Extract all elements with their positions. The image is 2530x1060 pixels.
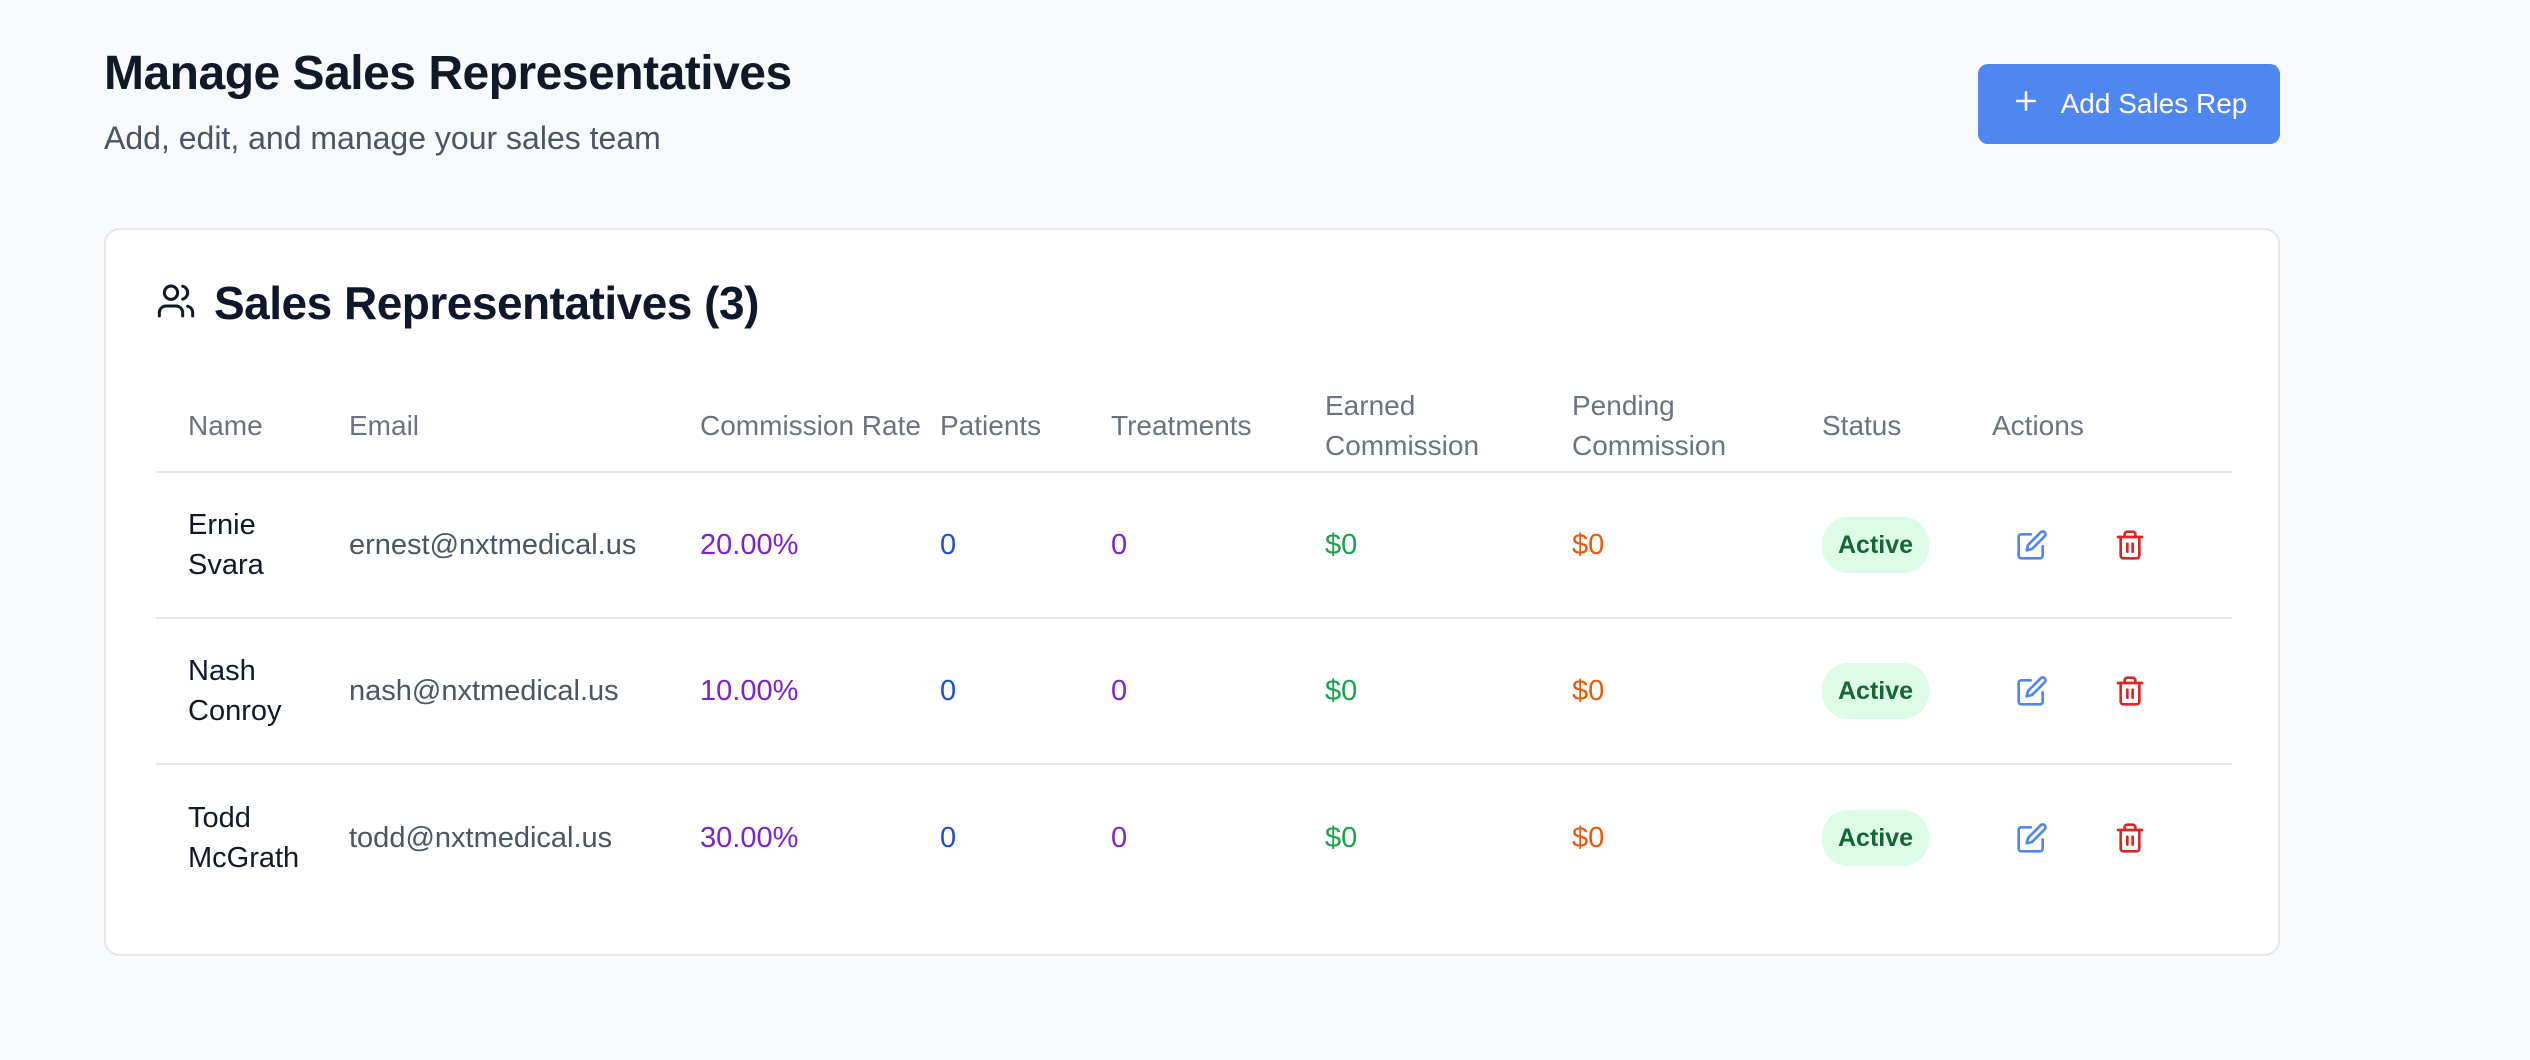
- column-header-name[interactable]: Name: [156, 380, 349, 473]
- rep-name: Ernie Svara: [156, 472, 349, 619]
- rep-pending-commission: $0: [1572, 472, 1822, 619]
- rep-commission-rate: 20.00%: [700, 472, 940, 619]
- page: Manage Sales Representatives Add, edit, …: [0, 0, 2530, 1060]
- plus-icon: [2011, 86, 2041, 123]
- edit-icon[interactable]: [2016, 822, 2048, 854]
- rep-commission-rate: 30.00%: [700, 821, 799, 854]
- rep-status-cell: Active: [1822, 472, 1992, 619]
- card-header: Sales Representatives (3): [156, 276, 759, 330]
- users-icon: [156, 281, 196, 326]
- rep-actions-cell: [1992, 618, 2232, 765]
- rep-earned-commission: $0: [1325, 472, 1572, 619]
- table-row: Nash Conroy nash@nxtmedical.us 10.00% 0 …: [156, 618, 2232, 765]
- rep-patients: 0: [940, 618, 1111, 765]
- add-sales-rep-label: Add Sales Rep: [2060, 88, 2248, 119]
- status-badge: Active: [1822, 663, 1930, 719]
- page-subtitle: Add, edit, and manage your sales team: [104, 120, 661, 156]
- rep-status-cell: Active: [1822, 618, 1992, 765]
- edit-icon[interactable]: [2016, 675, 2048, 707]
- edit-icon[interactable]: [2016, 529, 2048, 561]
- add-sales-rep-button[interactable]: Add Sales Rep: [1978, 64, 2280, 144]
- column-header-commission-rate[interactable]: Commission Rate: [700, 380, 940, 473]
- status-badge: Active: [1822, 517, 1930, 573]
- rep-status-cell: Active: [1822, 764, 1992, 910]
- column-header-email[interactable]: Email: [349, 380, 700, 473]
- rep-patients: 0: [940, 821, 957, 854]
- rep-pending-commission: $0: [1572, 618, 1822, 765]
- column-header-status[interactable]: Status: [1822, 380, 1992, 473]
- rep-treatments: 0: [1111, 472, 1325, 619]
- sales-reps-card: Sales Representatives (3) Name Email Com…: [104, 228, 2280, 956]
- rep-commission-rate: 10.00%: [700, 618, 940, 765]
- sales-reps-table: Name Email Commission Rate Patients Trea…: [156, 380, 2232, 910]
- table-header-row: Name Email Commission Rate Patients Trea…: [156, 380, 2232, 473]
- column-header-pending-commission[interactable]: Pending Commission: [1572, 380, 1822, 473]
- rep-earned-commission: $0: [1325, 821, 1358, 854]
- card-title: Sales Representatives (3): [214, 277, 759, 329]
- trash-icon[interactable]: [2114, 822, 2146, 854]
- table-row: Ernie Svara ernest@nxtmedical.us 20.00% …: [156, 472, 2232, 619]
- column-header-earned-commission[interactable]: Earned Commission: [1325, 380, 1572, 473]
- rep-name: Nash Conroy: [156, 618, 349, 765]
- column-header-patients[interactable]: Patients: [940, 380, 1111, 473]
- rep-email: todd@nxtmedical.us: [349, 821, 613, 854]
- rep-actions-cell: [1992, 764, 2232, 910]
- rep-treatments: 0: [1111, 618, 1325, 765]
- page-title: Manage Sales Representatives: [104, 47, 792, 100]
- rep-pending-commission: $0: [1572, 821, 1605, 854]
- rep-name: Todd McGrath: [188, 801, 300, 874]
- rep-treatments: 0: [1111, 821, 1128, 854]
- trash-icon[interactable]: [2114, 529, 2146, 561]
- rep-earned-commission: $0: [1325, 618, 1572, 765]
- rep-actions-cell: [1992, 472, 2232, 619]
- column-header-actions: Actions: [1992, 380, 2232, 473]
- rep-patients: 0: [940, 472, 1111, 619]
- table-row: Todd McGrath todd@nxtmedical.us 30.00% 0…: [156, 764, 2232, 910]
- trash-icon[interactable]: [2114, 675, 2146, 707]
- rep-email: nash@nxtmedical.us: [349, 618, 700, 765]
- rep-email: ernest@nxtmedical.us: [349, 472, 700, 619]
- column-header-treatments[interactable]: Treatments: [1111, 380, 1325, 473]
- status-badge: Active: [1822, 809, 1930, 866]
